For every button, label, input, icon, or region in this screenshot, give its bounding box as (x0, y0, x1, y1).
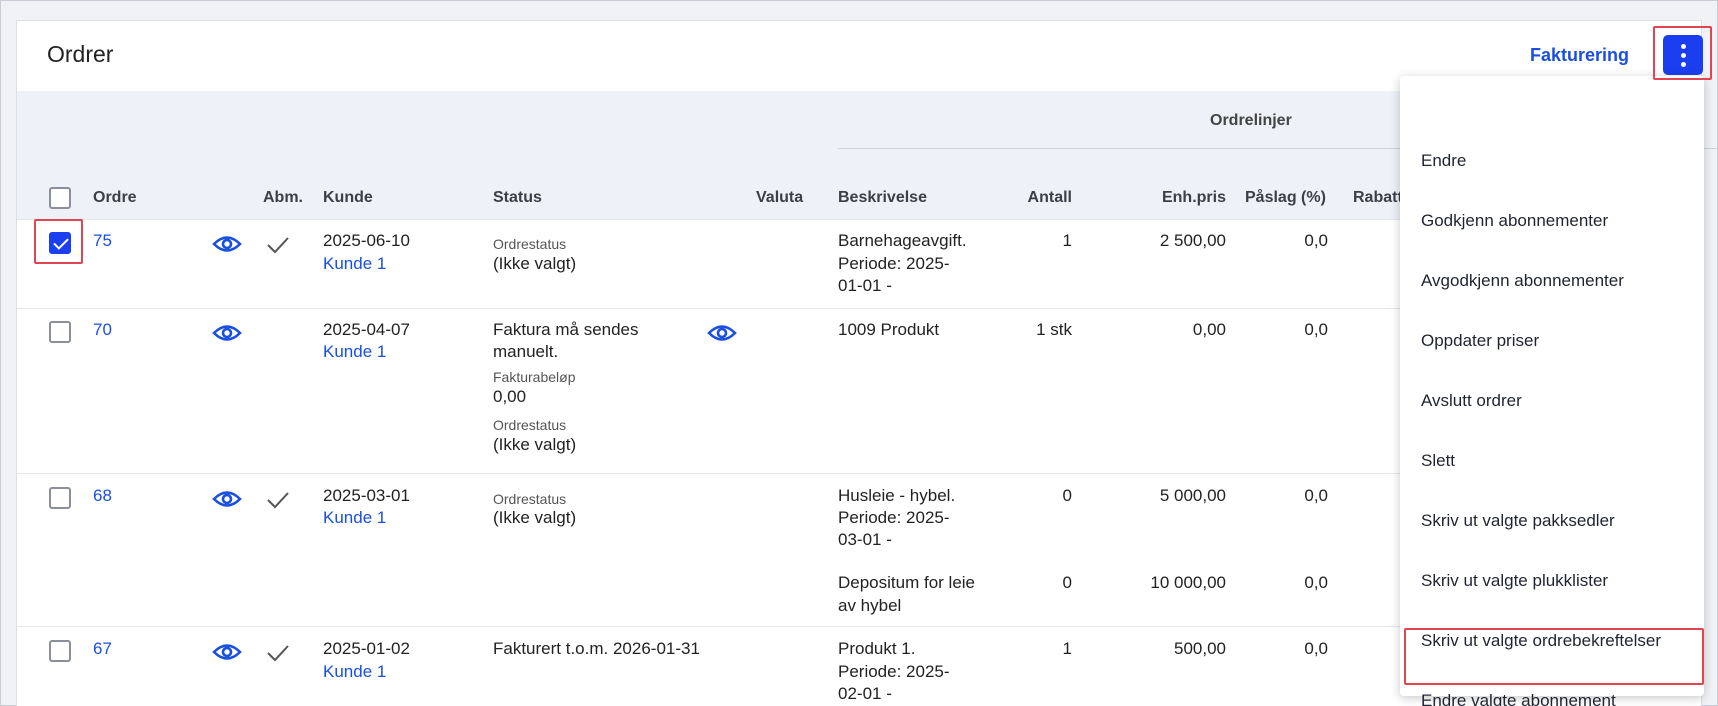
menu-item-approve-subscriptions[interactable]: Godkjenn abonnementer (1400, 191, 1704, 251)
column-header-customer[interactable]: Kunde (323, 189, 373, 207)
menu-item-edit-selected-subscription[interactable]: Endre valgte abonnement (1400, 671, 1704, 706)
order-number-link[interactable]: 68 (93, 485, 112, 507)
line-quantity: 1 (1062, 231, 1072, 250)
eye-icon[interactable] (212, 234, 242, 254)
order-status-value: (Ikke valgt) (493, 508, 577, 527)
customer-link[interactable]: Kunde 1 (323, 253, 386, 275)
column-header-currency[interactable]: Valuta (756, 189, 803, 207)
eye-icon[interactable] (212, 642, 242, 662)
page-title: Ordrer (47, 41, 114, 67)
line-description: Barnehageavgift. (838, 231, 967, 250)
row-checkbox[interactable] (49, 640, 71, 662)
line-markup: 0,0 (1304, 639, 1328, 658)
customer-link[interactable]: Kunde 1 (323, 507, 386, 529)
line-markup: 0,0 (1304, 320, 1328, 339)
line-description: 02-01 - (838, 684, 892, 703)
order-number-link[interactable]: 67 (93, 638, 112, 660)
actions-menu: Endre Godkjenn abonnementer Avgodkjenn a… (1400, 76, 1704, 706)
invoice-amount-label: Fakturabeløp (493, 369, 576, 385)
order-date: 2025-03-01 (323, 486, 410, 505)
line-description: Periode: 2025- (838, 254, 950, 273)
column-header-subscription[interactable]: Abm. (263, 189, 303, 207)
order-status-label: Ordrestatus (493, 417, 567, 433)
column-header-quantity[interactable]: Antall (990, 189, 1072, 207)
status-text: Faktura må sendes (493, 320, 639, 339)
line-unit-price: 10 000,00 (1150, 573, 1226, 592)
line-quantity: 1 stk (1036, 320, 1072, 339)
row-checkbox[interactable] (49, 321, 71, 343)
line-markup: 0,0 (1304, 231, 1328, 250)
row-checkbox[interactable] (49, 487, 71, 509)
checkmark-icon (267, 492, 289, 509)
order-number-link[interactable]: 70 (93, 319, 112, 341)
menu-item-close-orders[interactable]: Avslutt ordrer (1400, 371, 1704, 431)
more-vertical-icon[interactable] (1663, 35, 1703, 75)
line-description: 03-01 - (838, 530, 892, 549)
menu-item-update-prices[interactable]: Oppdater priser (1400, 311, 1704, 371)
order-date: 2025-01-02 (323, 639, 410, 658)
line-quantity: 1 (1062, 639, 1072, 658)
column-header-unit-price[interactable]: Enh.pris (1120, 189, 1226, 207)
status-text: Fakturert t.o.m. 2026-01-31 (493, 639, 700, 658)
line-quantity: 0 (1062, 486, 1072, 505)
order-status-label: Ordrestatus (493, 236, 567, 252)
order-status-value: (Ikke valgt) (493, 435, 577, 454)
order-date: 2025-04-07 (323, 320, 410, 339)
menu-item-print-packing-slips[interactable]: Skriv ut valgte pakksedler (1400, 491, 1704, 551)
column-header-status[interactable]: Status (493, 189, 542, 207)
eye-icon[interactable] (212, 489, 242, 509)
line-markup: 0,0 (1304, 573, 1328, 592)
order-number-link[interactable]: 75 (93, 230, 112, 252)
order-status-value: (Ikke valgt) (493, 254, 577, 273)
menu-item-edit[interactable]: Endre (1400, 131, 1704, 191)
eye-icon[interactable] (212, 323, 242, 343)
group-header-order-lines: Ordrelinjer (1210, 112, 1292, 129)
menu-item-unapprove-subscriptions[interactable]: Avgodkjenn abonnementer (1400, 251, 1704, 311)
line-markup: 0,0 (1304, 486, 1328, 505)
line-description: 01-01 - (838, 276, 892, 295)
customer-link[interactable]: Kunde 1 (323, 661, 386, 683)
checkmark-icon (267, 237, 289, 254)
line-quantity: 0 (1062, 573, 1072, 592)
eye-icon[interactable] (707, 323, 737, 343)
row-checkbox[interactable] (49, 232, 71, 254)
line-unit-price: 2 500,00 (1159, 231, 1226, 250)
checkmark-icon (267, 645, 289, 662)
column-header-markup[interactable]: Påslag (%) (1245, 189, 1326, 207)
menu-item-delete[interactable]: Slett (1400, 431, 1704, 491)
line-description: av hybel (838, 596, 902, 615)
invoice-amount-value: 0,00 (493, 387, 527, 406)
column-header-discount[interactable]: Rabatt (1353, 189, 1403, 207)
line-unit-price: 5 000,00 (1159, 486, 1226, 505)
line-description: Husleie - hybel. (838, 486, 956, 505)
line-description: Depositum for leie (838, 573, 976, 592)
column-header-order[interactable]: Ordre (93, 189, 137, 207)
line-unit-price: 500,00 (1174, 639, 1226, 658)
menu-item-print-pick-lists[interactable]: Skriv ut valgte plukklister (1400, 551, 1704, 611)
line-description: Periode: 2025- (838, 508, 950, 527)
line-unit-price: 0,00 (1192, 320, 1226, 339)
order-date: 2025-06-10 (323, 231, 410, 250)
line-description: Produkt 1. (838, 639, 916, 658)
line-description: 1009 Produkt (838, 320, 940, 339)
customer-link[interactable]: Kunde 1 (323, 341, 386, 363)
invoicing-link[interactable]: Fakturering (1530, 45, 1629, 66)
menu-item-print-order-confirmations[interactable]: Skriv ut valgte ordrebekreftelser (1400, 611, 1704, 671)
select-all-checkbox[interactable] (49, 187, 71, 209)
status-text: manuelt. (493, 342, 559, 361)
line-description: Periode: 2025- (838, 662, 950, 681)
column-header-description[interactable]: Beskrivelse (838, 189, 927, 207)
